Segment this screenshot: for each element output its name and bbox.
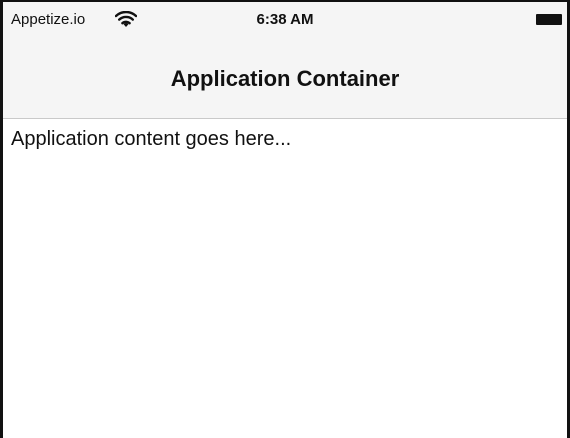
status-bar: Appetize.io 6:38 AM <box>3 2 567 40</box>
content-text: Application content goes here... <box>11 128 292 150</box>
status-time: 6:38 AM <box>256 11 314 28</box>
battery-icon <box>536 14 562 25</box>
content-area: Application content goes here... <box>3 119 567 438</box>
page-title: Application Container <box>170 66 400 91</box>
device-frame: Appetize.io 6:38 AM Application Containe… <box>0 0 570 438</box>
navigation-bar: Application Container <box>3 40 567 119</box>
